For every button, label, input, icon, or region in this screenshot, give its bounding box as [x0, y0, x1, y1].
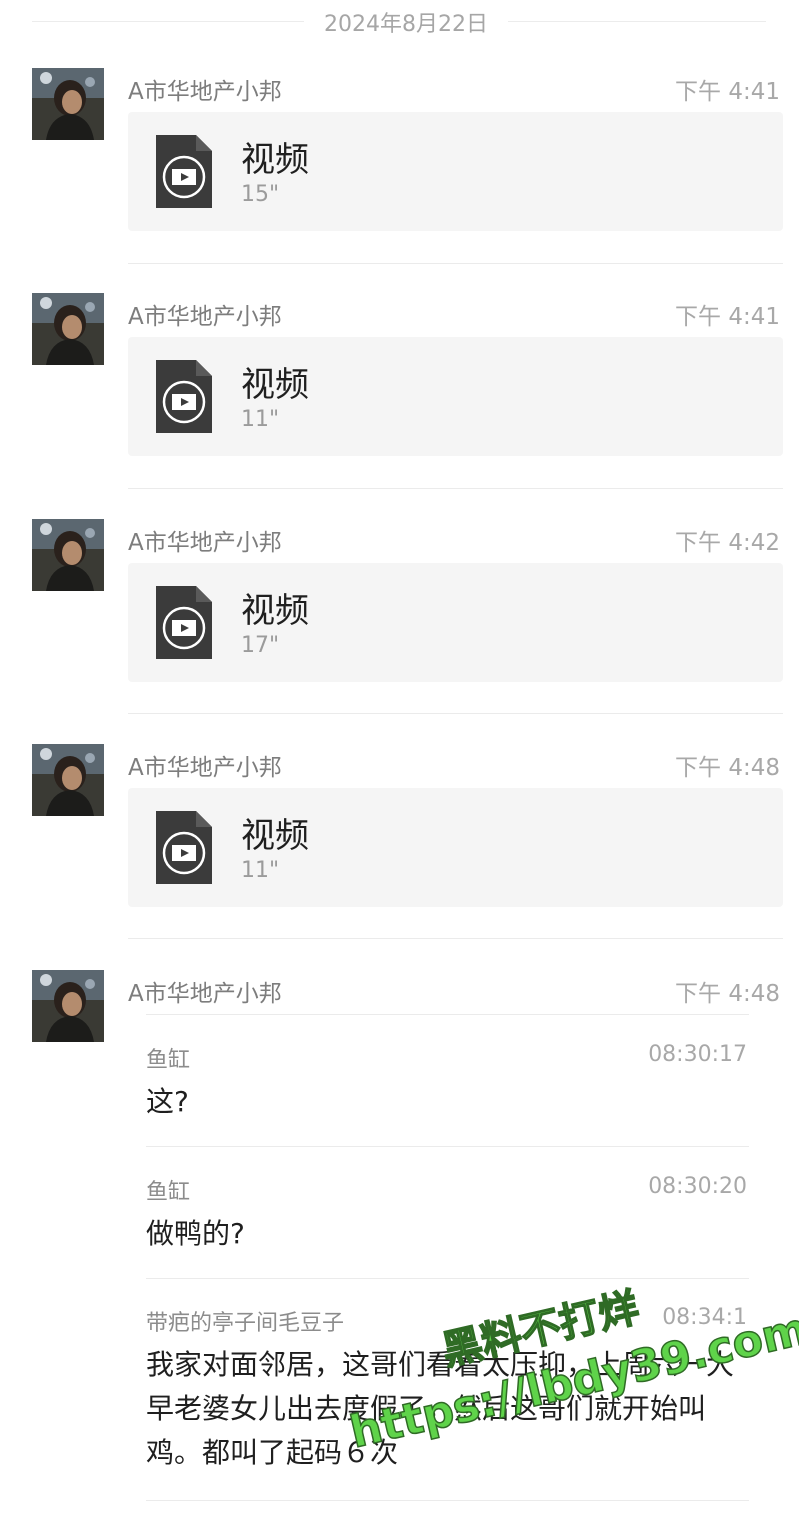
date-separator-line-left: [32, 21, 304, 22]
forwarded-divider: [146, 1500, 749, 1501]
forwarded-sender: 带疤的亭子间毛豆子: [146, 1311, 345, 1336]
video-duration: 15": [241, 182, 280, 207]
video-duration: 17": [241, 633, 280, 658]
forwarded-sender: 鱼缸: [146, 1048, 191, 1073]
sender-name: A市华地产小邦: [128, 79, 282, 105]
message-divider: [128, 713, 783, 714]
forwarded-divider: [146, 1014, 749, 1015]
forwarded-text: 做鸭的?: [146, 1217, 245, 1250]
video-message-card[interactable]: 视频 11": [128, 337, 783, 456]
avatar[interactable]: [32, 293, 104, 365]
forwarded-divider: [146, 1278, 749, 1279]
sender-name: A市华地产小邦: [128, 530, 282, 556]
forwarded-sender: 鱼缸: [146, 1180, 191, 1205]
video-label: 视频: [241, 140, 309, 180]
forwarded-text: 这?: [146, 1085, 189, 1118]
message-time: 下午 4:48: [675, 755, 780, 781]
sender-name: A市华地产小邦: [128, 755, 282, 781]
date-separator: 2024年8月22日: [0, 0, 799, 44]
date-separator-line-right: [508, 21, 766, 22]
message-time: 下午 4:41: [675, 304, 780, 330]
forwarded-time: 08:30:20: [648, 1174, 747, 1199]
video-file-icon: [156, 586, 212, 659]
forwarded-time: 08:34:1: [662, 1305, 747, 1330]
avatar[interactable]: [32, 744, 104, 816]
video-duration: 11": [241, 407, 280, 432]
message-time: 下午 4:41: [675, 79, 780, 105]
avatar[interactable]: [32, 970, 104, 1042]
forwarded-text: 我家对面邻居，这哥们看着太压抑，上周六一大早老婆女儿出去度假了，然后这哥们就开始…: [146, 1348, 735, 1469]
video-duration: 11": [241, 858, 280, 883]
message-divider: [128, 263, 783, 264]
message-time: 下午 4:48: [675, 981, 780, 1007]
message-divider: [128, 938, 783, 939]
video-file-icon: [156, 360, 212, 433]
video-label: 视频: [241, 365, 309, 405]
forwarded-time: 08:30:17: [648, 1042, 747, 1067]
video-message-card[interactable]: 视频 11": [128, 788, 783, 907]
message-divider: [128, 488, 783, 489]
video-file-icon: [156, 811, 212, 884]
avatar[interactable]: [32, 68, 104, 140]
video-message-card[interactable]: 视频 15": [128, 112, 783, 231]
sender-name: A市华地产小邦: [128, 981, 282, 1007]
avatar[interactable]: [32, 519, 104, 591]
chat-history-view: 2024年8月22日 A市华地产小邦 下午 4:41 视频 15" A市华地产小…: [0, 0, 799, 1532]
forwarded-divider: [146, 1146, 749, 1147]
video-label: 视频: [241, 816, 309, 856]
sender-name: A市华地产小邦: [128, 304, 282, 330]
date-separator-label: 2024年8月22日: [324, 12, 488, 37]
video-file-icon: [156, 135, 212, 208]
video-message-card[interactable]: 视频 17": [128, 563, 783, 682]
message-time: 下午 4:42: [675, 530, 780, 556]
video-label: 视频: [241, 591, 309, 631]
